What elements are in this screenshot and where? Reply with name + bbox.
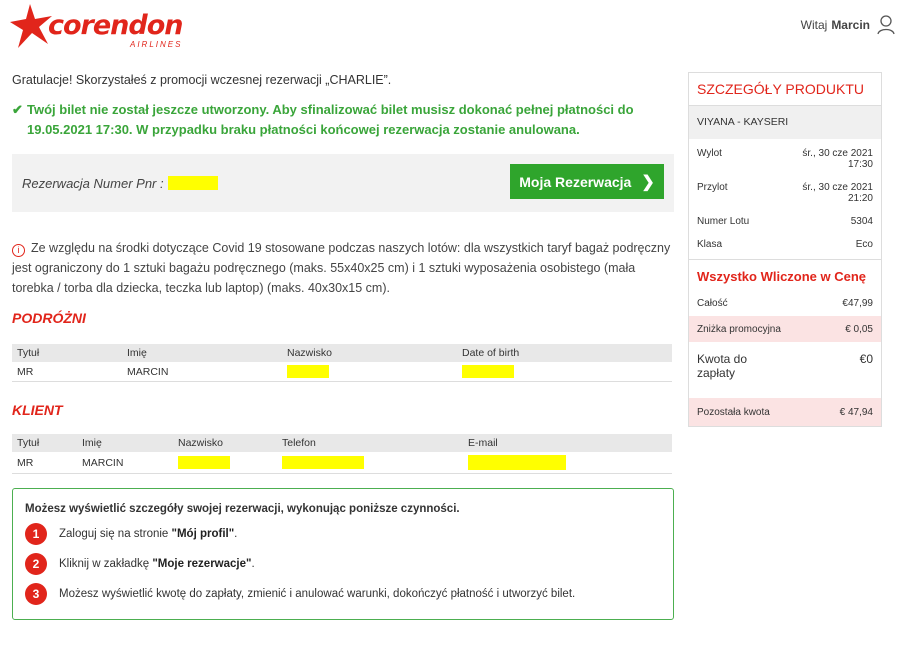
- step-number: 2: [25, 553, 47, 575]
- payment-notice: ✔ Twój bilet nie został jeszcze utworzon…: [12, 100, 674, 140]
- redacted-highlight: [287, 365, 329, 378]
- table-header-row: Tytuł Imię Nazwisko Date of birth: [12, 344, 672, 362]
- step-number: 3: [25, 583, 47, 605]
- traveller-title: MR: [12, 362, 122, 382]
- traveller-first-name: MARCIN: [122, 362, 282, 382]
- all-inclusive-heading: Wszystko Wliczone w Cenę: [689, 259, 881, 290]
- pnr-label: Rezerwacja Numer Pnr :: [22, 176, 164, 191]
- brand-subtitle: AIRLINES: [130, 40, 183, 49]
- step-text: Możesz wyświetlić kwotę do zapłaty, zmie…: [59, 588, 576, 600]
- col-title: Tytuł: [12, 344, 122, 362]
- discount-row: Zniżka promocyjna € 0,05: [689, 316, 881, 342]
- col-dob: Date of birth: [457, 344, 672, 362]
- reservation-help-box: Możesz wyświetlić szczegóły swojej rezer…: [12, 488, 674, 620]
- chevron-right-icon: ❯: [641, 173, 655, 191]
- class-row: Klasa Eco: [689, 236, 881, 253]
- pnr-box: Rezerwacja Numer Pnr : Moja Rezerwacja ❯: [12, 154, 674, 212]
- flight-number-label: Numer Lotu: [697, 216, 750, 227]
- col-last-name: Nazwisko: [282, 344, 457, 362]
- help-step-3: 3 Możesz wyświetlić kwotę do zapłaty, zm…: [25, 583, 661, 605]
- redacted-highlight: [462, 365, 514, 378]
- brand-wordmark: corendon: [48, 10, 184, 41]
- help-step-2: 2 Kliknij w zakładkę "Moje rezerwacje".: [25, 553, 661, 575]
- redacted-highlight: [282, 456, 364, 469]
- travellers-title: PODRÓŻNI: [12, 310, 86, 326]
- table-row: MR MARCIN: [12, 452, 672, 474]
- discount-value: € 0,05: [845, 323, 873, 335]
- col-first-name: Imię: [77, 434, 173, 452]
- arrival-value: śr., 30 cze 2021 21:20: [802, 182, 873, 204]
- col-last-name: Nazwisko: [173, 434, 277, 452]
- check-icon: ✔: [12, 102, 23, 117]
- remaining-row: Pozostała kwota € 47,94: [689, 398, 881, 426]
- remaining-label: Pozostała kwota: [697, 406, 770, 418]
- col-first-name: Imię: [122, 344, 282, 362]
- arrival-label: Przylot: [697, 182, 728, 193]
- class-label: Klasa: [697, 239, 723, 250]
- total-value: €47,99: [842, 297, 873, 309]
- covid-info: i Ze względu na środki dotyczące Covid 19…: [12, 238, 674, 298]
- notice-text: Twój bilet nie został jeszcze utworzony.…: [27, 102, 634, 137]
- user-icon[interactable]: [877, 15, 895, 35]
- client-title-cell: MR: [12, 452, 77, 474]
- departure-row: Wylot śr., 30 cze 2021 17:30: [689, 145, 881, 173]
- client-phone: [277, 452, 463, 474]
- total-label: Całość: [697, 297, 728, 309]
- product-title: SZCZEGÓŁY PRODUKTU: [697, 81, 864, 97]
- class-value: Eco: [855, 239, 873, 250]
- col-email: E-mail: [463, 434, 672, 452]
- col-title: Tytuł: [12, 434, 77, 452]
- my-reservation-button[interactable]: Moja Rezerwacja ❯: [510, 164, 664, 199]
- route: VIYANA - KAYSERI: [689, 105, 881, 139]
- product-details-panel: SZCZEGÓŁY PRODUKTU VIYANA - KAYSERI Wylo…: [688, 72, 882, 427]
- corendon-logo[interactable]: corendon AIRLINES: [10, 2, 184, 52]
- step-text: Kliknij w zakładkę "Moje rezerwacje".: [59, 558, 255, 570]
- client-email: [463, 452, 672, 474]
- my-reservation-label: Moja Rezerwacja: [519, 173, 632, 190]
- client-table: Tytuł Imię Nazwisko Telefon E-mail MR MA…: [12, 434, 672, 474]
- departure-value: śr., 30 cze 2021 17:30: [802, 148, 873, 170]
- arrival-row: Przylot śr., 30 cze 2021 21:20: [689, 179, 881, 207]
- table-header-row: Tytuł Imię Nazwisko Telefon E-mail: [12, 434, 672, 452]
- remaining-value: € 47,94: [839, 406, 873, 418]
- amount-due-value: €0: [859, 352, 873, 366]
- client-title: KLIENT: [12, 402, 63, 418]
- traveller-dob: [457, 362, 672, 382]
- travellers-table: Tytuł Imię Nazwisko Date of birth MR MAR…: [12, 344, 672, 382]
- redacted-highlight: [468, 455, 566, 470]
- user-name: Marcin: [831, 18, 870, 32]
- help-heading: Możesz wyświetlić szczegóły swojej rezer…: [25, 503, 460, 515]
- table-row: MR MARCIN: [12, 362, 672, 382]
- congrats-message: Gratulacje! Skorzystałeś z promocji wcze…: [12, 73, 392, 87]
- user-menu[interactable]: Witaj Marcin: [801, 15, 895, 35]
- step-text: Zaloguj się na stronie "Mój profil".: [59, 528, 238, 540]
- main-content: Gratulacje! Skorzystałeś z promocji wcze…: [12, 70, 674, 620]
- discount-label: Zniżka promocyjna: [697, 323, 781, 335]
- amount-due-label: Kwota do zapłaty: [697, 352, 748, 380]
- amount-due-row: Kwota do zapłaty €0: [689, 342, 881, 398]
- departure-label: Wylot: [697, 148, 722, 159]
- help-step-1: 1 Zaloguj się na stronie "Mój profil".: [25, 523, 661, 545]
- col-phone: Telefon: [277, 434, 463, 452]
- covid-text: Ze względu na środki dotyczące Covid 19 …: [12, 241, 671, 295]
- traveller-last-name: [282, 362, 457, 382]
- client-first-name: MARCIN: [77, 452, 173, 474]
- step-number: 1: [25, 523, 47, 545]
- client-last-name: [173, 452, 277, 474]
- greeting-text: Witaj: [800, 18, 828, 32]
- pnr-redacted: [168, 176, 218, 190]
- total-row: Całość €47,99: [689, 290, 881, 316]
- info-icon: i: [12, 244, 25, 257]
- flight-number-row: Numer Lotu 5304: [689, 213, 881, 230]
- flight-number-value: 5304: [850, 216, 873, 227]
- redacted-highlight: [178, 456, 230, 469]
